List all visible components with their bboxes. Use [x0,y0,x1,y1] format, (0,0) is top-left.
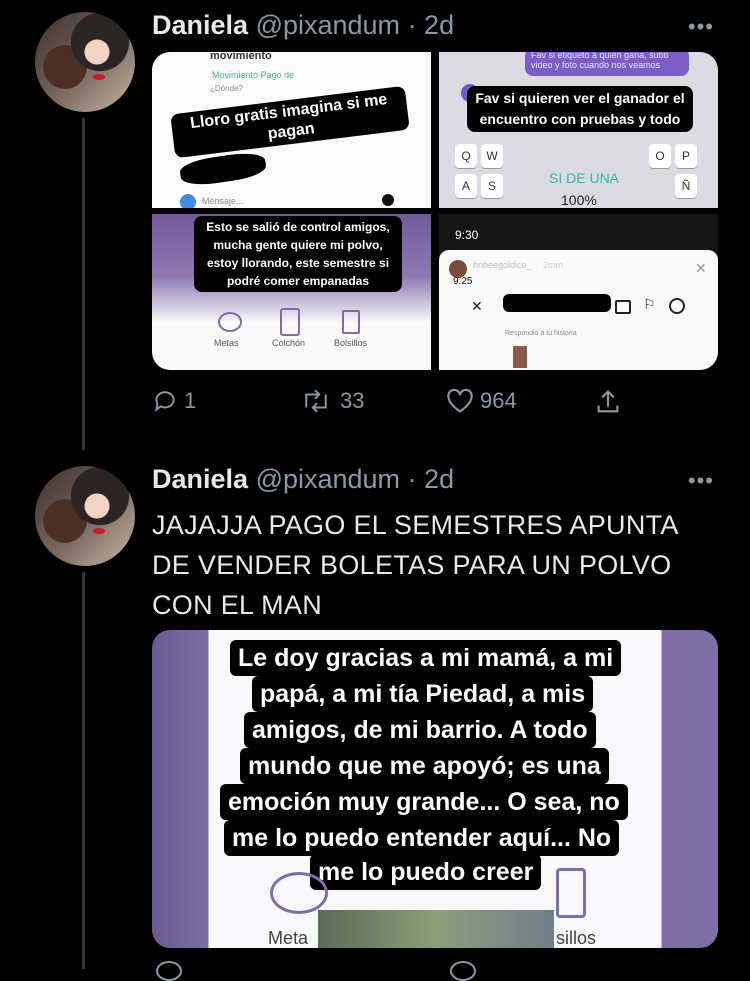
inner-time: 9:25 [453,276,473,287]
like-button[interactable]: 964 [446,388,517,414]
media-right-label: sillos [556,928,597,948]
caption-line-2: papá, a mi tía Piedad, a mis [252,676,594,712]
reply-label: Respondió a tu historia [505,330,577,337]
media-grid[interactable]: movimiento Movimiento Pago de ¿Dónde? Ll… [152,52,718,370]
status-time: 9:30 [455,228,479,242]
inset-photo [318,910,554,948]
story-age: 2mm [543,260,563,270]
caption-line-5: emoción muy grande... O sea, no [220,784,628,820]
close-icon[interactable]: ✕ [695,260,707,277]
tweet-time[interactable]: · 2d [408,10,455,40]
mattress-icon [280,308,300,336]
caption-line-1: Le doy gracias a mi mamá, a mi [230,640,622,676]
tweet-text: JAJAJJA PAGO EL SEMESTRES APUNTA DE VEND… [152,510,678,620]
media-1-caption: Lloro gratis imagina si me pagan [170,85,410,159]
share-icon [597,390,619,413]
media-1-sub: Movimiento Pago de [212,70,295,80]
caption-line-3: amigos, de mi barrio. A todo [244,712,596,748]
media-1-question: ¿Dónde? [210,84,243,93]
tweet-time[interactable]: · 2d [408,464,455,494]
redaction-mark [503,294,611,312]
avatar[interactable] [35,12,135,112]
tweet-header: Daniela @pixandum · 2d [152,10,454,41]
pocket-icon [556,868,586,918]
reply-count: 1 [184,388,197,413]
avatar[interactable] [35,466,135,566]
media-1-title: movimiento [210,52,272,62]
media-image-1[interactable]: movimiento Movimiento Pago de ¿Dónde? Ll… [152,52,431,208]
media-image[interactable]: Le doy gracias a mi mamá, a mi papá, a m… [152,630,718,948]
more-options-icon[interactable]: ••• [688,14,714,40]
thread-line [82,118,85,450]
message-input[interactable]: Mensaje... [202,196,244,206]
reply-button[interactable]: 1 [152,388,196,414]
retweet-count: 33 [340,388,365,413]
flag-icon[interactable]: ⚐ [643,296,656,313]
media-3-caption: Esto se salió de control amigos, mucha g… [194,216,402,292]
video-call-icon[interactable] [615,300,631,314]
poll-option: SI DE UNA [549,170,620,186]
reply-icon [154,391,175,412]
back-close-icon[interactable]: ✕ [471,298,483,315]
author-handle[interactable]: @pixandum [256,464,400,494]
tab-bolsillos: Bolsillos [334,338,368,348]
heart-icon[interactable] [450,961,476,981]
retweet-icon [305,389,327,413]
caption-line-7: me lo puedo creer [310,854,542,890]
tab-metas: Metas [214,338,239,348]
tab-colchon: Colchón [272,338,306,348]
more-options-icon[interactable]: ••• [688,468,714,494]
send-icon[interactable] [382,194,394,206]
story-thumbnail [513,346,527,368]
pocket-icon [342,310,360,334]
tweet-actions [152,955,632,981]
poll-percent: 100% [561,192,597,208]
author-handle[interactable]: @pixandum [256,10,400,40]
heart-icon [447,388,473,413]
piggy-bank-icon [218,312,242,332]
info-icon[interactable] [669,298,685,314]
chat-bubble-text: Fav si etiqueto a quien gana, subo video… [531,52,669,70]
caption-line-6: me lo puedo entender aquí... No [224,820,620,856]
media-image-4[interactable]: 9:30 9:25 bnbeegoldice_ 2mm ✕ ✕ ⚐ Respon… [439,214,718,370]
inner-screen: 9:25 bnbeegoldice_ 2mm ✕ ✕ ⚐ Respondió a… [439,250,718,370]
media-image-3[interactable]: Esto se salió de control amigos, mucha g… [152,214,431,370]
tweet-actions: 1 33 964 [152,388,632,422]
retweet-button[interactable]: 33 [298,388,364,414]
media-image-2[interactable]: Fav si etiqueto a quien gana, subo video… [439,52,718,208]
camera-icon[interactable] [180,194,196,208]
piggy-bank-icon [270,872,328,914]
media-left-label: Meta [268,928,309,948]
caption-line-4: mundo que me apoyó; es una [240,748,609,784]
reply-icon[interactable] [156,961,182,981]
like-count: 964 [480,388,517,413]
media-2-caption: Fav si quieren ver el ganador el encuent… [467,86,693,132]
story-user: bnbeegoldice_ [473,260,532,270]
author-name[interactable]: Daniela [152,10,248,40]
share-button[interactable] [594,388,622,416]
author-name[interactable]: Daniela [152,464,248,494]
thread-line [82,572,85,969]
tweet-header: Daniela @pixandum · 2d [152,464,454,495]
